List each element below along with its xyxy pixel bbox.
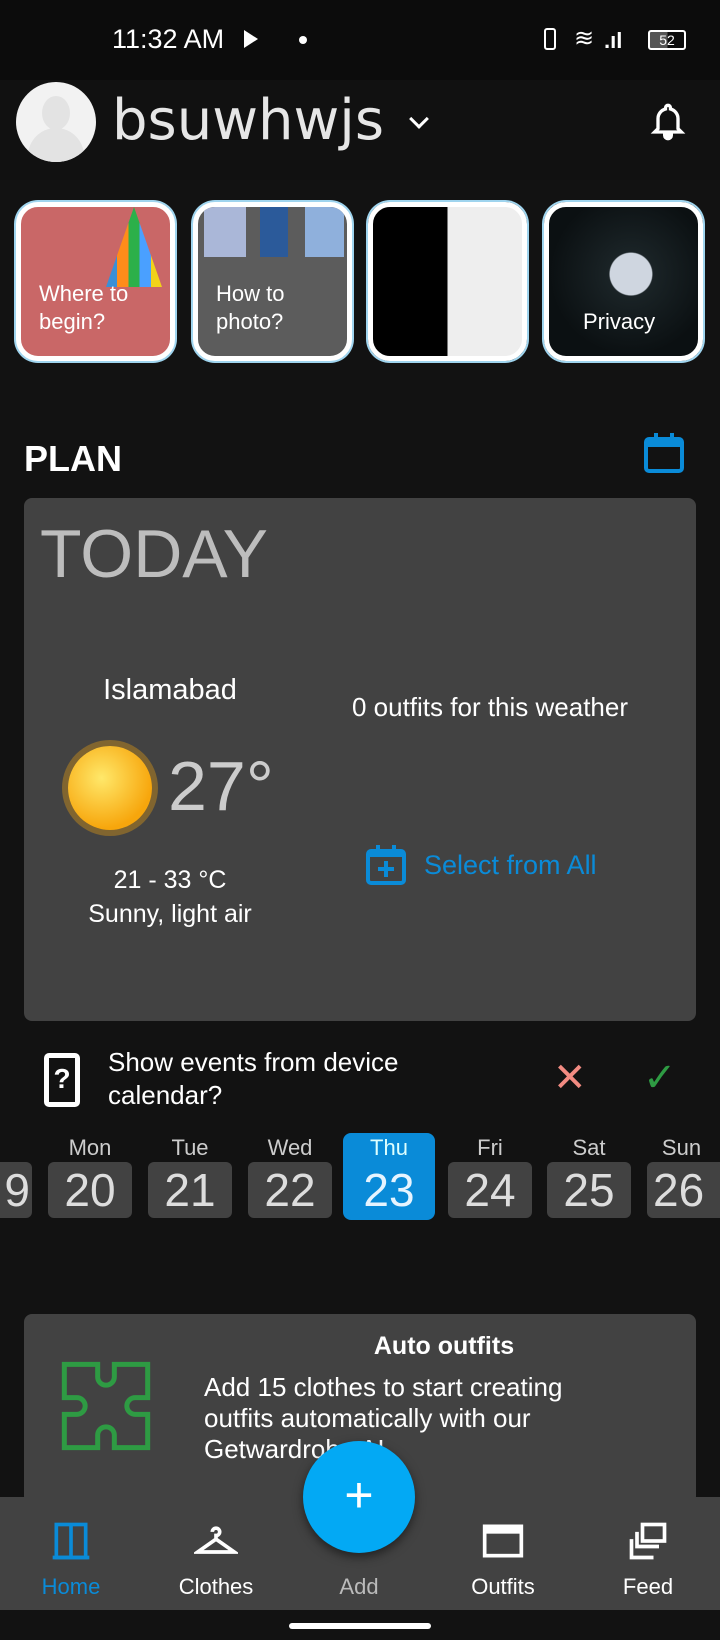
temperature-range: 21 - 33 °C <box>113 866 227 894</box>
story-label: Where to begin? <box>39 281 129 334</box>
day-tue[interactable]: Tue 21 <box>144 1133 236 1220</box>
battery-level: 52 <box>659 32 675 48</box>
day-number: 22 <box>248 1162 332 1218</box>
day-sat[interactable]: Sat 25 <box>543 1133 635 1220</box>
plus-icon: + <box>344 1467 374 1523</box>
nav-label: Outfits <box>471 1574 535 1599</box>
nav-label: Clothes <box>178 1574 254 1599</box>
day-name <box>0 1133 36 1135</box>
hanger-icon <box>194 1526 238 1554</box>
day-number: 9 <box>0 1162 32 1218</box>
day-name: Wed <box>267 1135 313 1160</box>
bell-icon[interactable] <box>648 102 688 142</box>
calendar-prompt-text: Show events from device calendar? <box>108 1047 399 1110</box>
play-icon <box>244 30 258 48</box>
home-door-icon <box>52 1522 90 1560</box>
day-partial[interactable]: 9 <box>0 1133 36 1220</box>
feed-stack-icon <box>629 1522 667 1560</box>
jeans-image <box>204 207 344 257</box>
day-name: Sun <box>661 1135 702 1160</box>
temperature: 27° <box>168 747 274 825</box>
story-label: How to photo? <box>216 281 285 334</box>
nav-clothes[interactable]: Clothes <box>156 1497 276 1610</box>
day-name: Mon <box>68 1135 112 1160</box>
phone-question-icon: ? <box>44 1053 80 1107</box>
home-indicator[interactable] <box>289 1623 431 1629</box>
story-where-to-begin[interactable]: Where to begin? <box>16 202 175 361</box>
outfits-count: 0 outfits for this weather <box>351 692 629 722</box>
decline-button[interactable]: ✕ <box>553 1058 587 1098</box>
nav-feed[interactable]: Feed <box>588 1497 708 1610</box>
calendar-icon[interactable] <box>640 428 688 478</box>
weather-condition: Sunny, light air <box>88 900 252 928</box>
day-number: 24 <box>448 1162 532 1218</box>
calendar-add-icon[interactable] <box>362 840 410 890</box>
status-time: 11:32 AM <box>112 24 225 54</box>
day-number: 26 <box>647 1162 720 1218</box>
day-number: 25 <box>547 1162 631 1218</box>
status-bar: 11:32 AM ≋ .ıl 52 <box>0 0 720 80</box>
story-theme[interactable] <box>368 202 527 361</box>
hangers-image <box>106 207 162 287</box>
vibrate-icon <box>544 28 556 50</box>
outfits-icon <box>482 1524 524 1558</box>
story-how-to-photo[interactable]: How to photo? <box>193 202 352 361</box>
nav-label: Feed <box>622 1574 674 1599</box>
day-sun[interactable]: Sun 26 <box>643 1133 720 1220</box>
plan-title: PLAN <box>24 438 122 479</box>
signal-icon: .ıl <box>604 28 623 53</box>
day-name: Sat <box>572 1135 606 1160</box>
day-name: Fri <box>477 1135 503 1160</box>
nav-label: Home <box>41 1574 101 1599</box>
puzzle-icon <box>61 1361 151 1451</box>
nav-outfits[interactable]: Outfits <box>443 1497 563 1610</box>
day-fri[interactable]: Fri 24 <box>444 1133 536 1220</box>
story-label: Privacy <box>583 309 656 334</box>
day-number: 23 <box>363 1164 415 1216</box>
avatar[interactable] <box>16 82 96 162</box>
day-wed[interactable]: Wed 22 <box>244 1133 336 1220</box>
nav-label: Add <box>339 1574 379 1599</box>
dot-icon <box>299 36 307 44</box>
add-fab[interactable]: + <box>303 1441 415 1553</box>
day-thu[interactable]: Thu 23 <box>343 1133 435 1220</box>
city-name: Islamabad <box>103 674 237 706</box>
day-name: Tue <box>171 1135 209 1160</box>
day-name: Thu <box>370 1135 408 1160</box>
battery-icon: 52 <box>648 30 686 50</box>
day-number: 21 <box>148 1162 232 1218</box>
nav-home[interactable]: Home <box>11 1497 131 1610</box>
day-mon[interactable]: Mon 20 <box>44 1133 136 1220</box>
day-number: 20 <box>48 1162 132 1218</box>
story-privacy[interactable]: Privacy <box>544 202 703 361</box>
auto-outfits-title: Auto outfits <box>373 1332 515 1360</box>
auto-outfits-text: Add 15 clothes to start creating outfits… <box>204 1372 563 1464</box>
select-from-all-button[interactable]: Select from All <box>424 850 597 881</box>
sun-icon <box>68 746 152 830</box>
accept-button[interactable]: ✓ <box>643 1058 677 1098</box>
wifi-icon: ≋ <box>574 25 595 52</box>
account-switcher[interactable]: bsuwhwjs <box>112 88 384 153</box>
today-label: TODAY <box>40 516 268 592</box>
